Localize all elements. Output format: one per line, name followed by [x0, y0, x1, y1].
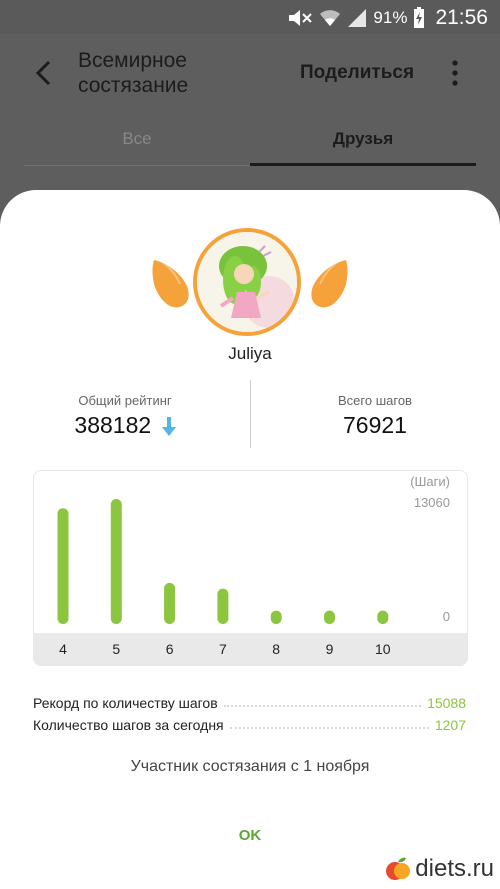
chart-bar	[324, 610, 335, 624]
username: Juliya	[228, 344, 272, 363]
rank-down-arrow-icon	[161, 416, 176, 436]
back-arrow-icon[interactable]	[30, 58, 60, 88]
share-button[interactable]: Поделиться	[300, 62, 414, 84]
record-value: 15088	[427, 695, 466, 711]
steps-chart: 4 5 6 7 8 9 10 (Шаги) 13060 0	[33, 470, 468, 666]
rating-stat: Общий рейтинг 388182	[0, 380, 250, 439]
ok-button[interactable]: OK	[210, 818, 290, 854]
status-bar: 91% 21:56	[0, 0, 500, 34]
leader-dots	[223, 705, 422, 707]
rating-value-row: 388182	[0, 412, 250, 439]
y-tick-label: 13060	[414, 495, 450, 510]
steps-value: 76921	[343, 412, 407, 438]
chart-bar	[217, 588, 229, 624]
chart-bar	[270, 610, 282, 624]
records-list: Рекорд по количеству шагов 15088 Количес…	[33, 689, 466, 733]
today-row: Количество шагов за сегодня 1207	[33, 711, 466, 733]
left-wing-icon	[152, 260, 189, 308]
watermark: diets.ru	[385, 855, 494, 883]
avatar-badge	[150, 228, 350, 343]
mute-icon	[289, 10, 313, 26]
chart-bar	[57, 508, 69, 624]
watermark-text: diets.ru	[415, 855, 494, 882]
more-options-icon[interactable]	[445, 58, 465, 88]
signal-icon	[348, 9, 367, 27]
y-unit-label: (Шаги)	[410, 474, 450, 489]
steps-label: Всего шагов	[338, 393, 412, 408]
x-tick-label: 8	[272, 641, 280, 657]
x-tick-label: 4	[59, 641, 67, 657]
chart-bar	[110, 499, 122, 624]
chart-bar	[164, 582, 176, 624]
rating-label: Общий рейтинг	[78, 393, 172, 408]
battery-percent: 91%	[373, 8, 408, 27]
x-tick-label: 6	[166, 641, 174, 657]
x-tick-label: 7	[219, 641, 227, 657]
rating-value: 388182	[74, 412, 152, 438]
member-since: Участник состязания с 1 ноября	[130, 758, 370, 775]
avatar-image	[197, 232, 297, 332]
chart-bar	[377, 610, 389, 624]
tab-all[interactable]: Все	[24, 124, 250, 154]
fruit-logo-icon	[386, 857, 411, 880]
tabs: Все Друзья	[24, 124, 476, 166]
x-tick-label: 10	[375, 641, 391, 657]
tabs-divider	[24, 165, 250, 166]
app-bar: Всемирное состязание Поделиться Все Друз…	[0, 34, 500, 184]
battery-charging-icon	[414, 7, 425, 28]
profile-sheet: Juliya Общий рейтинг 388182 Всего шагов …	[0, 190, 500, 889]
today-value: 1207	[434, 717, 466, 733]
today-label: Количество шагов за сегодня	[33, 717, 224, 733]
record-row: Рекорд по количеству шагов 15088	[33, 689, 466, 711]
x-tick-label: 5	[112, 641, 120, 657]
right-wing-icon	[311, 260, 348, 308]
leader-dots	[229, 727, 429, 729]
tab-friends[interactable]: Друзья	[250, 124, 476, 166]
y-tick-label: 0	[443, 609, 450, 624]
avatar	[193, 228, 301, 336]
page-title: Всемирное состязание	[78, 49, 189, 97]
record-label: Рекорд по количеству шагов	[33, 695, 218, 711]
chart-canvas: 4 5 6 7 8 9 10 (Шаги) 13060 0	[57, 474, 450, 657]
stats-row: Общий рейтинг 388182 Всего шагов 76921	[0, 380, 500, 448]
steps-stat: Всего шагов 76921	[250, 380, 500, 439]
clock: 21:56	[435, 6, 488, 29]
status-icons: 91% 21:56	[287, 6, 488, 30]
x-tick-label: 9	[326, 641, 334, 657]
wifi-icon	[320, 10, 341, 26]
